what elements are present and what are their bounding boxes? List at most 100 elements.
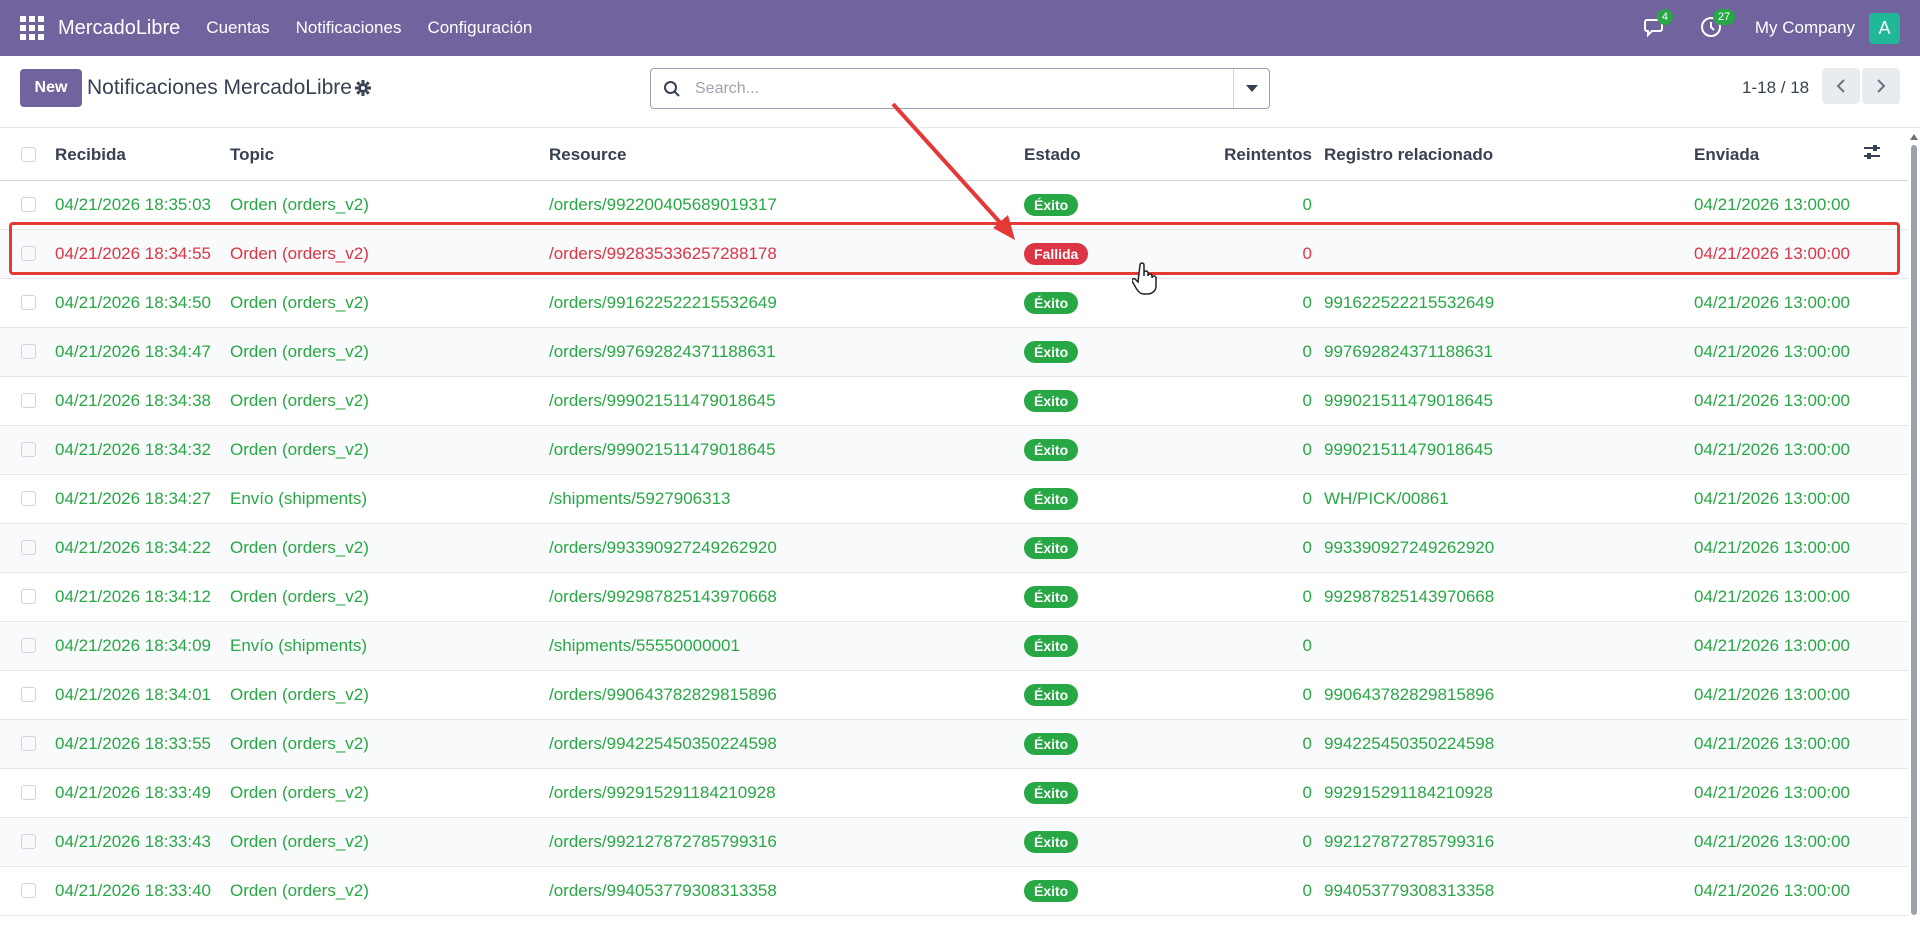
cell-empty (1862, 376, 1908, 426)
column-header-reintentos[interactable]: Reintentos (1224, 130, 1324, 181)
messages-button[interactable]: 4 (1643, 9, 1673, 41)
cell-estado: Éxito (1024, 768, 1224, 818)
pager-previous-button[interactable] (1822, 68, 1860, 104)
column-settings-icon[interactable] (1862, 142, 1882, 162)
table-row[interactable]: 04/21/2026 18:34:01 Orden (orders_v2)/ord… (0, 670, 1908, 720)
column-header-topic[interactable]: Topic (230, 130, 549, 181)
column-header-recibida[interactable]: Recibida (55, 130, 230, 181)
cell-topic: Orden (orders_v2) (230, 572, 549, 622)
cell-estado: Éxito (1024, 278, 1224, 328)
table-row[interactable]: 04/21/2026 18:34:27 Envío (shipments)/shi… (0, 474, 1908, 524)
row-checkbox[interactable] (21, 736, 36, 751)
row-checkbox[interactable] (21, 197, 36, 212)
table-row[interactable]: 04/21/2026 18:34:22 Orden (orders_v2)/ord… (0, 523, 1908, 573)
column-settings-cell (1862, 130, 1908, 181)
status-badge: Éxito (1024, 536, 1079, 559)
scrollbar-thumb[interactable] (1911, 145, 1917, 915)
cell-resource: /orders/990643782829815896 (549, 670, 1024, 720)
column-header-resource[interactable]: Resource (549, 130, 1024, 181)
menu-notificaciones[interactable]: Notificaciones (296, 18, 402, 38)
user-avatar[interactable]: A (1869, 12, 1900, 44)
search-box (650, 68, 1270, 109)
table-row[interactable]: 04/21/2026 18:34:55 Orden (orders_v2)/ord… (0, 229, 1908, 279)
row-checkbox[interactable] (21, 589, 36, 604)
cell-registro-relacionado: 994225450350224598 (1324, 719, 1694, 769)
cell-topic: Orden (orders_v2) (230, 817, 549, 867)
cell-topic: Orden (orders_v2) (230, 768, 549, 818)
cell-resource: /orders/992127872785799316 (549, 817, 1024, 867)
cell-reintentos: 0 (1224, 523, 1324, 573)
row-checkbox[interactable] (21, 491, 36, 506)
cell-resource: /orders/999021511479018645 (549, 376, 1024, 426)
gear-icon[interactable] (355, 80, 371, 96)
cell-topic: Orden (orders_v2) (230, 719, 549, 769)
row-checkbox[interactable] (21, 246, 36, 261)
column-header-enviada[interactable]: Enviada (1694, 130, 1862, 181)
cell-empty (1862, 229, 1908, 279)
status-badge: Éxito (1024, 781, 1079, 804)
list-view: Recibida Topic Resource Estado Reintento… (0, 130, 1908, 916)
row-checkbox[interactable] (21, 344, 36, 359)
table-row[interactable]: 04/21/2026 18:34:12 Orden (orders_v2)/ord… (0, 572, 1908, 622)
table-row[interactable]: 04/21/2026 18:33:55 Orden (orders_v2)/ord… (0, 719, 1908, 769)
table-row[interactable]: 04/21/2026 18:34:38 Orden (orders_v2)/ord… (0, 376, 1908, 426)
row-checkbox[interactable] (21, 442, 36, 457)
cell-recibida: 04/21/2026 18:34:38 (55, 376, 230, 426)
cell-topic: Orden (orders_v2) (230, 278, 549, 328)
column-header-registro-relacionado[interactable]: Registro relacionado (1324, 130, 1694, 181)
status-badge: Fallida (1024, 242, 1089, 265)
apps-grid-icon[interactable] (20, 16, 44, 40)
menu-configuracion[interactable]: Configuración (427, 18, 532, 38)
search-input[interactable] (695, 79, 1215, 98)
row-checkbox[interactable] (21, 393, 36, 408)
table-row[interactable]: 04/21/2026 18:34:50 Orden (orders_v2)/ord… (0, 278, 1908, 328)
row-checkbox[interactable] (21, 883, 36, 898)
messages-count-badge: 4 (1656, 9, 1673, 25)
cell-empty (1862, 621, 1908, 671)
row-checkbox[interactable] (21, 295, 36, 310)
table-row[interactable]: 04/21/2026 18:33:49 Orden (orders_v2)/ord… (0, 768, 1908, 818)
row-checkbox[interactable] (21, 540, 36, 555)
vertical-scrollbar[interactable] (1908, 130, 1920, 925)
table-row[interactable]: 04/21/2026 18:34:09 Envío (shipments)/shi… (0, 621, 1908, 671)
cell-topic: Orden (orders_v2) (230, 376, 549, 426)
table-row[interactable]: 04/21/2026 18:35:03 Orden (orders_v2)/ord… (0, 180, 1908, 230)
row-checkbox[interactable] (21, 834, 36, 849)
cell-estado: Éxito (1024, 572, 1224, 622)
row-checkbox[interactable] (21, 687, 36, 702)
cell-recibida: 04/21/2026 18:34:55 (55, 229, 230, 279)
row-select-cell (0, 670, 55, 720)
cell-reintentos: 0 (1224, 425, 1324, 475)
table-row[interactable]: 04/21/2026 18:34:47 Orden (orders_v2)/ord… (0, 327, 1908, 377)
table-row[interactable]: 04/21/2026 18:33:40 Orden (orders_v2)/ord… (0, 866, 1908, 916)
row-select-cell (0, 425, 55, 475)
table-row[interactable]: 04/21/2026 18:34:32 Orden (orders_v2)/ord… (0, 425, 1908, 475)
cell-resource: /orders/991622522215532649 (549, 278, 1024, 328)
menu-cuentas[interactable]: Cuentas (206, 18, 269, 38)
search-options-toggle[interactable] (1233, 69, 1269, 108)
column-header-estado[interactable]: Estado (1024, 130, 1224, 181)
row-select-cell (0, 229, 55, 279)
cell-recibida: 04/21/2026 18:34:50 (55, 278, 230, 328)
cell-reintentos: 0 (1224, 474, 1324, 524)
company-switcher[interactable]: My Company (1755, 18, 1855, 38)
cell-registro-relacionado: 991622522215532649 (1324, 278, 1694, 328)
page-title: Notificaciones MercadoLibre (87, 76, 352, 99)
cell-reintentos: 0 (1224, 621, 1324, 671)
pager-value[interactable]: 1-18 / 18 (1742, 78, 1809, 98)
cell-registro-relacionado: 990643782829815896 (1324, 670, 1694, 720)
select-all-checkbox[interactable] (21, 147, 36, 163)
row-select-cell (0, 180, 55, 230)
row-checkbox[interactable] (21, 785, 36, 800)
cell-enviada: 04/21/2026 13:00:00 (1694, 768, 1862, 818)
status-badge: Éxito (1024, 830, 1079, 853)
pager-next-button[interactable] (1862, 68, 1900, 104)
table-row[interactable]: 04/21/2026 18:33:43 Orden (orders_v2)/ord… (0, 817, 1908, 867)
activity-button[interactable]: 27 (1699, 9, 1736, 41)
status-badge: Éxito (1024, 193, 1079, 216)
app-brand[interactable]: MercadoLibre (58, 17, 180, 40)
row-checkbox[interactable] (21, 638, 36, 653)
new-button[interactable]: New (20, 69, 82, 107)
cell-registro-relacionado: 999021511479018645 (1324, 425, 1694, 475)
cell-empty (1862, 327, 1908, 377)
